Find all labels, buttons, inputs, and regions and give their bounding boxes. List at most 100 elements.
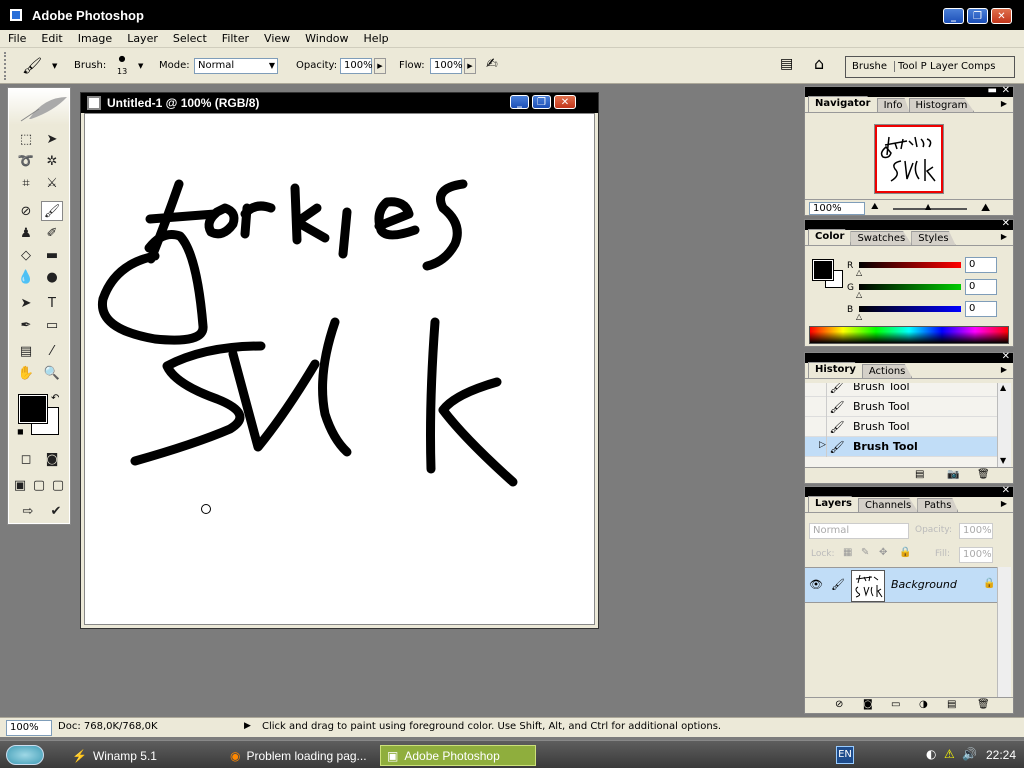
menu-window[interactable]: Window (305, 32, 348, 45)
brush-picker-arrow-icon[interactable]: ▼ (138, 62, 143, 70)
tab-info[interactable]: Info (876, 98, 910, 112)
menu-filter[interactable]: Filter (222, 32, 249, 45)
history-item-current[interactable]: ▷ 🖌 Brush Tool (805, 436, 997, 457)
dodge-tool-icon[interactable]: ● (41, 267, 63, 287)
default-colors-icon[interactable]: ◼ (17, 427, 24, 436)
lock-position-icon[interactable]: ✥ (879, 547, 887, 558)
g-input[interactable]: 0 (965, 279, 997, 295)
layer-name[interactable]: Background (891, 578, 957, 591)
blur-tool-icon[interactable]: 💧 (15, 267, 37, 287)
eyedropper-tool-icon[interactable]: ⁄ (41, 341, 63, 361)
history-menu-icon[interactable]: ▶ (1001, 365, 1007, 374)
menu-edit[interactable]: Edit (41, 32, 62, 45)
clock[interactable]: 22:24 (986, 748, 1016, 762)
history-snapshot-box[interactable] (805, 416, 827, 437)
screen-mode-full-icon[interactable]: ▢ (49, 475, 67, 495)
status-arrow-icon[interactable]: ▶ (244, 721, 251, 731)
airbrush-icon[interactable]: ✍ (486, 56, 498, 72)
crop-tool-icon[interactable]: ⌗ (15, 173, 37, 193)
blend-mode-select[interactable]: Normal (809, 523, 909, 539)
tray-warning-icon[interactable]: ⚠ (944, 747, 955, 761)
tab-histogram[interactable]: Histogram (908, 98, 975, 112)
doc-close-button[interactable]: ✕ (554, 95, 576, 109)
path-selection-tool-icon[interactable]: ➤ (15, 293, 37, 313)
g-slider[interactable] (859, 284, 961, 290)
swap-colors-icon[interactable]: ↶ (51, 393, 59, 404)
history-brush-tool-icon[interactable]: ✐ (41, 223, 63, 243)
navigator-minimize-icon[interactable]: ▬ (988, 85, 997, 97)
b-slider-thumb-icon[interactable]: △ (856, 312, 862, 321)
rectangle-tool-icon[interactable]: ▭ (41, 315, 63, 335)
lasso-tool-icon[interactable]: ➰ (15, 151, 37, 171)
history-snapshot-box[interactable] (805, 383, 827, 397)
layers-menu-icon[interactable]: ▶ (1001, 499, 1007, 508)
status-zoom-input[interactable]: 100% (6, 720, 52, 736)
doc-maximize-button[interactable]: ❐ (532, 95, 551, 109)
color-close-icon[interactable]: ✕ (1002, 218, 1010, 230)
preset-dropdown-arrow-icon[interactable]: ▼ (52, 62, 57, 70)
lock-image-icon[interactable]: ✎ (861, 547, 869, 558)
tab-history[interactable]: History (808, 362, 863, 378)
tab-navigator[interactable]: Navigator (808, 96, 878, 112)
history-item[interactable]: 🖌 Brush Tool (805, 383, 997, 397)
link-layers-icon[interactable]: ⊘ (835, 699, 843, 710)
slice-tool-icon[interactable]: ⚔ (41, 173, 63, 193)
layer-brush-link-icon[interactable]: 🖌 (831, 578, 845, 591)
new-document-from-state-icon[interactable]: ▤ (915, 469, 924, 480)
zoom-in-icon[interactable]: ⛰ (981, 201, 990, 215)
b-slider[interactable] (859, 306, 961, 312)
screen-mode-full-menu-icon[interactable]: ▢ (30, 475, 48, 495)
new-group-icon[interactable]: ▭ (891, 699, 900, 710)
pen-tool-icon[interactable]: ✒ (15, 315, 37, 335)
jump-to-imageready-icon[interactable]: ⇨ (15, 501, 41, 521)
well-layer-comps-tab[interactable]: Layer Comps (930, 61, 995, 72)
lock-all-icon[interactable]: 🔒 (899, 547, 911, 558)
eraser-tool-icon[interactable]: ◇ (15, 245, 37, 265)
color-ramp[interactable] (809, 326, 1009, 344)
scroll-down-icon[interactable]: ▼ (1000, 456, 1006, 465)
history-item[interactable]: 🖌 Brush Tool (805, 416, 997, 437)
delete-layer-icon[interactable]: 🗑 (977, 699, 990, 710)
opacity-slider-button[interactable]: ▶ (374, 58, 386, 74)
layer-opacity-input[interactable]: 100% (959, 523, 993, 539)
menu-view[interactable]: View (264, 32, 290, 45)
g-slider-thumb-icon[interactable]: △ (856, 290, 862, 299)
r-slider-thumb-icon[interactable]: △ (856, 268, 862, 277)
brush-tool-icon[interactable]: 🖌 (41, 201, 63, 221)
zoom-out-icon[interactable]: ⛰ (871, 202, 879, 212)
file-browser-icon[interactable]: ▤ (780, 56, 793, 72)
document-title-bar[interactable]: Untitled-1 @ 100% (RGB/8) _ ❐ ✕ (81, 93, 598, 113)
well-brushes-tab[interactable]: Brushe (852, 61, 887, 72)
menu-file[interactable]: File (8, 32, 26, 45)
color-panel-bar[interactable]: ✕ (805, 218, 1013, 230)
tab-actions[interactable]: Actions (861, 364, 913, 378)
marquee-tool-icon[interactable]: ⬚ (15, 129, 37, 149)
menu-image[interactable]: Image (78, 32, 112, 45)
workspace-icon[interactable]: ⌂ (814, 54, 824, 73)
edit-in-imageready-icon[interactable]: ✔ (45, 501, 67, 521)
taskbar-item-photoshop[interactable]: ▣ Adobe Photoshop (380, 745, 536, 766)
navigator-close-icon[interactable]: ✕ (1002, 85, 1010, 97)
tray-network-icon[interactable]: ◐ (926, 747, 936, 761)
quick-mask-mode-icon[interactable]: ◙ (41, 449, 63, 469)
navigator-panel-bar[interactable]: ✕ ▬ (805, 85, 1013, 97)
tab-styles[interactable]: Styles (911, 231, 956, 245)
zoom-tool-icon[interactable]: 🔍 (41, 363, 63, 383)
layers-close-icon[interactable]: ✕ (1002, 485, 1010, 497)
flow-input[interactable]: 100% (430, 58, 463, 74)
screen-mode-standard-icon[interactable]: ▣ (11, 475, 29, 495)
r-slider[interactable] (859, 262, 961, 268)
zoom-slider-thumb-icon[interactable]: ▲ (925, 202, 931, 211)
layers-scrollbar[interactable] (997, 567, 1011, 697)
close-button[interactable]: ✕ (991, 8, 1012, 24)
options-grip[interactable] (4, 52, 10, 80)
b-input[interactable]: 0 (965, 301, 997, 317)
scroll-up-icon[interactable]: ▲ (1000, 383, 1006, 392)
mode-select[interactable]: Normal ▼ (194, 58, 278, 74)
r-input[interactable]: 0 (965, 257, 997, 273)
history-scrollbar[interactable]: ▲ ▼ (997, 383, 1011, 467)
new-snapshot-icon[interactable]: 📷 (947, 469, 959, 480)
healing-brush-tool-icon[interactable]: ⊘ (15, 201, 37, 221)
doc-minimize-button[interactable]: _ (510, 95, 529, 109)
new-layer-icon[interactable]: ▤ (947, 699, 956, 710)
